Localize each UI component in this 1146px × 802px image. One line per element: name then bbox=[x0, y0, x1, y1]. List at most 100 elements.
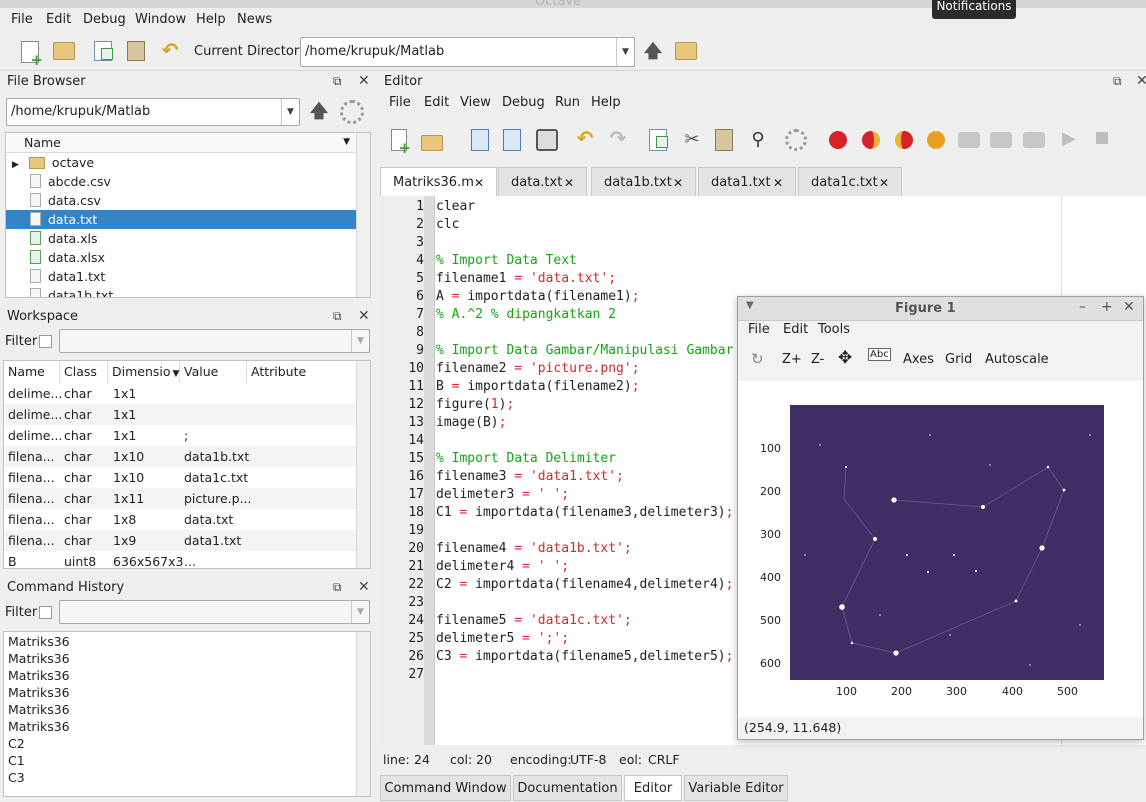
browse-directory-icon[interactable] bbox=[675, 42, 697, 60]
new-file-icon[interactable] bbox=[391, 129, 411, 157]
undock-icon[interactable]: ⧉ bbox=[333, 580, 342, 595]
menu-debug[interactable]: Debug bbox=[83, 12, 126, 27]
redo-icon[interactable]: ↷ bbox=[607, 127, 629, 149]
table-row[interactable]: delime... char 1x1; bbox=[4, 425, 358, 446]
list-item[interactable]: data1b.txt bbox=[6, 286, 370, 297]
column-header-dimension[interactable]: Dimensio ▼ bbox=[108, 361, 180, 383]
list-item[interactable]: abcde.csv bbox=[6, 172, 370, 191]
menu-edit[interactable]: Edit bbox=[46, 12, 71, 27]
tab-editor[interactable]: Editor bbox=[624, 775, 682, 801]
previous-breakpoint-icon[interactable] bbox=[895, 131, 913, 149]
cut-icon[interactable]: ✂ bbox=[681, 129, 703, 151]
code-line[interactable]: clear bbox=[436, 198, 475, 216]
table-row[interactable]: delime... char 1x1 bbox=[4, 383, 358, 404]
parent-directory-icon[interactable]: 🡅 bbox=[641, 40, 665, 64]
tab-data1-txt[interactable]: data1.txt ✕ bbox=[698, 167, 796, 197]
list-item[interactable]: Matriks36 bbox=[4, 718, 370, 735]
figure-menu-file[interactable]: File bbox=[748, 322, 770, 337]
image-axes[interactable] bbox=[790, 405, 1104, 680]
code-line[interactable]: delimeter5 = ';'; bbox=[436, 630, 569, 648]
text-annotation-icon[interactable]: Abc bbox=[868, 348, 891, 361]
chevron-down-icon[interactable]: ▼ bbox=[351, 601, 369, 623]
tab-data1b-txt[interactable]: data1b.txt ✕ bbox=[591, 167, 696, 197]
file-list-header[interactable]: Name ▼ bbox=[6, 133, 370, 153]
table-row[interactable]: filena... char 1x10 data1b.txt bbox=[4, 446, 358, 467]
figure-window[interactable]: ▼ Figure 1 – + ✕ File Edit Tools ↻ Z+ Z-… bbox=[737, 296, 1144, 740]
list-item[interactable]: ▶ octave bbox=[6, 153, 370, 172]
workspace-filter-combo[interactable]: ▼ bbox=[59, 329, 370, 353]
gear-icon[interactable] bbox=[340, 100, 364, 124]
code-line[interactable]: C3 = importdata(filename5,delimeter5); bbox=[436, 648, 733, 666]
close-tab-icon[interactable]: ✕ bbox=[673, 168, 683, 198]
code-line[interactable]: figure(1); bbox=[436, 396, 514, 414]
print-icon[interactable] bbox=[536, 129, 558, 151]
close-icon[interactable]: ✕ bbox=[358, 308, 370, 324]
code-line[interactable]: filename4 = 'data1b.txt'; bbox=[436, 540, 632, 558]
list-item[interactable]: data.xls bbox=[6, 229, 370, 248]
tab-matriks36[interactable]: Matriks36.m ✕ bbox=[380, 167, 497, 197]
filter-checkbox[interactable] bbox=[39, 606, 52, 619]
list-item[interactable]: data1.txt bbox=[6, 267, 370, 286]
list-item-selected[interactable]: data.txt bbox=[6, 210, 370, 229]
column-header-attribute[interactable]: Attribute bbox=[247, 361, 358, 383]
editor-menu-file[interactable]: File bbox=[389, 95, 411, 110]
step-in-icon[interactable] bbox=[990, 132, 1012, 148]
close-icon[interactable]: ✕ bbox=[358, 73, 370, 89]
code-line[interactable]: C1 = importdata(filename3,delimeter3); bbox=[436, 504, 733, 522]
figure-titlebar[interactable]: ▼ Figure 1 – + ✕ bbox=[738, 297, 1143, 321]
undo-icon[interactable]: ↶ bbox=[574, 127, 596, 149]
table-row[interactable]: filena... char 1x11 picture.p... bbox=[4, 488, 358, 509]
vertical-scrollbar[interactable] bbox=[356, 361, 370, 568]
zoom-in-button[interactable]: Z+ bbox=[782, 352, 802, 367]
column-header-name[interactable]: Name bbox=[4, 361, 60, 383]
code-line[interactable]: A = importdata(filename1); bbox=[436, 288, 640, 306]
table-row[interactable]: delime... char 1x1 bbox=[4, 404, 358, 425]
clear-breakpoints-icon[interactable] bbox=[927, 131, 945, 149]
copy-icon[interactable] bbox=[649, 129, 668, 151]
tab-data-txt[interactable]: data.txt ✕ bbox=[498, 167, 587, 197]
parent-directory-icon[interactable]: 🡅 bbox=[307, 100, 331, 124]
figure-canvas[interactable]: 100 200 300 400 500 600 100 200 300 400 … bbox=[738, 381, 1143, 717]
list-item[interactable]: Matriks36 bbox=[4, 633, 370, 650]
list-item[interactable]: C2 bbox=[4, 735, 370, 752]
paste-icon[interactable] bbox=[127, 41, 145, 61]
tab-variable-editor[interactable]: Variable Editor bbox=[684, 775, 788, 801]
table-row[interactable]: filena... char 1x9 data1.txt bbox=[4, 530, 358, 551]
close-icon[interactable]: ✕ bbox=[1136, 73, 1146, 89]
table-row[interactable]: filena... char 1x10 data1c.txt bbox=[4, 467, 358, 488]
close-icon[interactable]: ✕ bbox=[1123, 299, 1135, 315]
open-folder-icon[interactable] bbox=[53, 42, 75, 60]
current-directory-combo[interactable]: /home/krupuk/Matlab ▼ bbox=[300, 37, 635, 67]
undo-icon[interactable]: ↶ bbox=[158, 39, 182, 63]
code-line[interactable]: B = importdata(filename2); bbox=[436, 378, 640, 396]
code-line[interactable]: filename5 = 'data1c.txt'; bbox=[436, 612, 632, 630]
tab-documentation[interactable]: Documentation bbox=[513, 775, 622, 801]
continue-icon[interactable]: ▶ bbox=[1062, 128, 1084, 150]
list-item[interactable]: C3 bbox=[4, 769, 370, 786]
column-header-class[interactable]: Class bbox=[60, 361, 108, 383]
editor-menu-debug[interactable]: Debug bbox=[502, 95, 545, 110]
pan-icon[interactable]: ✥ bbox=[838, 348, 852, 368]
axes-button[interactable]: Axes bbox=[903, 352, 934, 367]
code-line[interactable]: delimeter3 = ' '; bbox=[436, 486, 569, 504]
chevron-down-icon[interactable]: ▼ bbox=[616, 38, 634, 66]
close-tab-icon[interactable]: ✕ bbox=[879, 168, 889, 198]
grid-button[interactable]: Grid bbox=[945, 352, 972, 367]
undock-icon[interactable]: ⧉ bbox=[333, 309, 342, 324]
close-icon[interactable]: ✕ bbox=[358, 579, 370, 595]
chevron-down-icon[interactable]: ▼ bbox=[281, 99, 299, 125]
code-line[interactable]: image(B); bbox=[436, 414, 506, 432]
editor-menu-view[interactable]: View bbox=[460, 95, 491, 110]
menu-help[interactable]: Help bbox=[196, 12, 226, 27]
code-line[interactable]: % Import Data Text bbox=[436, 252, 577, 270]
code-line[interactable]: % Import Data Gambar/Manipulasi Gambar bbox=[436, 342, 733, 360]
maximize-icon[interactable]: + bbox=[1101, 299, 1113, 315]
save-as-icon[interactable] bbox=[503, 129, 521, 151]
list-item[interactable]: Matriks36 bbox=[4, 650, 370, 667]
list-item[interactable]: data.csv bbox=[6, 191, 370, 210]
code-line[interactable]: % Import Data Delimiter bbox=[436, 450, 616, 468]
code-line[interactable]: C2 = importdata(filename4,delimeter4); bbox=[436, 576, 733, 594]
expand-arrow-icon[interactable]: ▶ bbox=[12, 160, 19, 170]
settings-icon[interactable] bbox=[785, 129, 807, 151]
new-script-icon[interactable] bbox=[21, 41, 43, 69]
